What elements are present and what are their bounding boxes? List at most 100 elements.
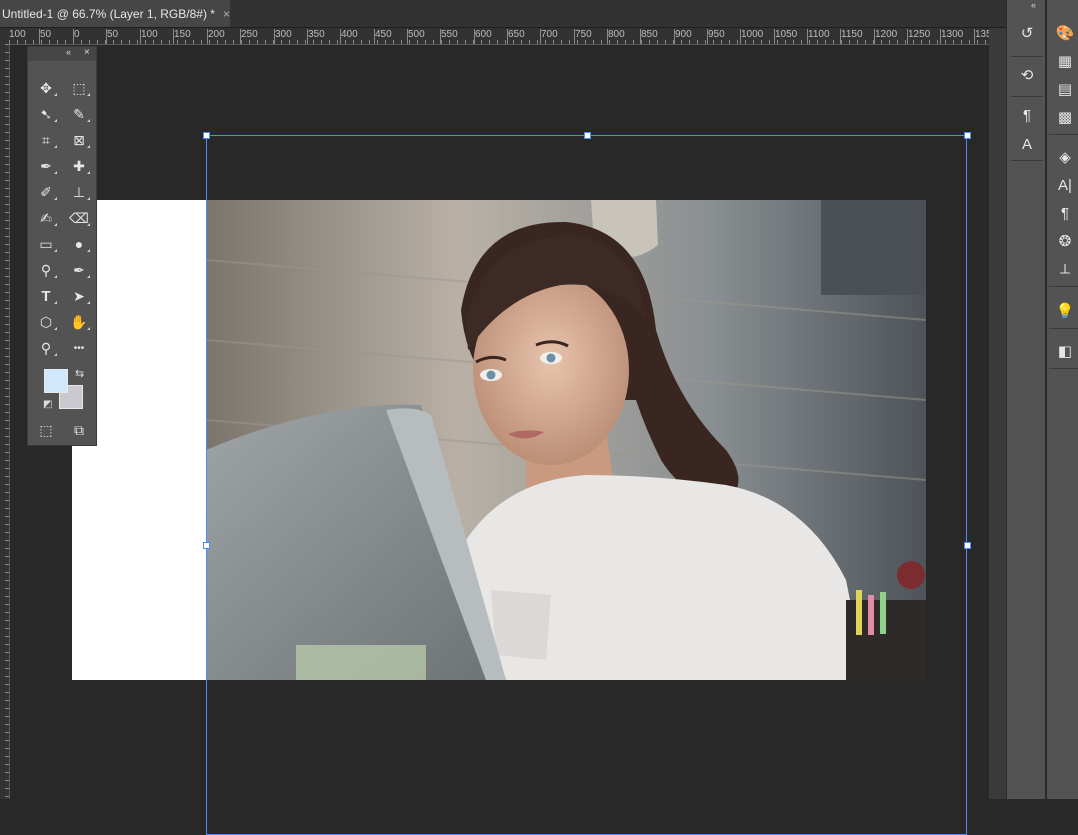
tools-panel: « × ✥ ⬚ ➷ ✎ ⌗ ⊠ ✒ ✚ ✐ ⊥ ✍ ⌫ ▭ ● ⚲ ✒ T ➤ ⬡ ✋ ⚲ ••• ⇆ ◩ ⬚ ⧉ (27, 46, 97, 446)
channels-icon[interactable]: ❂ (1053, 230, 1077, 252)
ruler-minor-tick (721, 40, 722, 44)
pen-tool-icon[interactable]: ✒ (66, 259, 92, 281)
collapse-icon[interactable]: « (66, 47, 71, 57)
ruler-minor-tick (545, 40, 546, 44)
libraries-icon[interactable]: ◧ (1053, 340, 1077, 362)
more-tools-icon[interactable]: ••• (66, 337, 92, 359)
ruler-tick (140, 29, 141, 44)
path-selection-tool-icon[interactable]: ➤ (66, 285, 92, 307)
screen-mode-icon[interactable]: ⧉ (66, 419, 92, 441)
hand-tool-icon[interactable]: ✋ (66, 311, 92, 333)
gradients-icon[interactable]: ▤ (1053, 78, 1077, 100)
close-icon[interactable]: × (84, 47, 90, 58)
ruler-minor-tick (5, 100, 9, 101)
layer-1-photo[interactable] (206, 200, 926, 680)
vertical-ruler[interactable] (0, 44, 10, 799)
default-colors-icon[interactable]: ◩ (43, 399, 52, 410)
ruler-minor-tick (5, 436, 9, 437)
tools-panel-header[interactable]: « × (28, 47, 96, 61)
gradient-tool-icon[interactable]: ▭ (33, 233, 59, 255)
ruler-minor-tick (5, 548, 9, 549)
color-icon[interactable]: 🎨 (1053, 22, 1077, 44)
ruler-minor-tick (649, 40, 650, 44)
eraser-tool-icon[interactable]: ⌫ (66, 207, 92, 229)
ruler-tick (173, 29, 174, 44)
paths-icon[interactable]: ⟂ (1053, 258, 1077, 280)
quick-mask-icon[interactable]: ⬚ (33, 419, 59, 441)
ruler-minor-tick (785, 40, 786, 44)
dodge-tool-icon[interactable]: ⚲ (33, 259, 59, 281)
character-icon[interactable]: A| (1053, 174, 1077, 196)
move-tool-icon[interactable]: ✥ (33, 77, 59, 99)
ruler-minor-tick (833, 40, 834, 44)
close-icon[interactable]: × (223, 7, 230, 21)
quick-selection-tool-icon[interactable]: ✎ (66, 103, 92, 125)
expand-panels-icon[interactable]: « (1031, 0, 1036, 10)
lasso-tool-icon[interactable]: ➷ (33, 103, 59, 125)
character-styles-icon[interactable]: A (1015, 133, 1039, 155)
ruler-minor-tick (89, 40, 90, 44)
foreground-color-swatch[interactable] (44, 369, 68, 393)
ruler-label: 50 (40, 29, 52, 40)
ruler-label: 950 (708, 29, 725, 40)
ruler-label: 650 (508, 29, 525, 40)
zoom-tool-icon[interactable]: ⚲ (33, 337, 59, 359)
brush-tool-icon[interactable]: ✐ (33, 181, 59, 203)
ruler-minor-tick (897, 40, 898, 44)
crop-tool-icon[interactable]: ⌗ (33, 129, 59, 151)
ruler-minor-tick (617, 40, 618, 44)
brush-settings-icon[interactable]: ⟲ (1015, 64, 1039, 86)
ruler-minor-tick (73, 40, 74, 44)
ruler-minor-tick (217, 40, 218, 44)
transform-handle-top-left[interactable] (203, 132, 210, 139)
clone-source-icon[interactable]: ¶ (1015, 104, 1039, 126)
healing-brush-tool-icon[interactable]: ✚ (66, 155, 92, 177)
ruler-minor-tick (585, 40, 586, 44)
transform-handle-middle-left[interactable] (203, 542, 210, 549)
ruler-minor-tick (329, 40, 330, 44)
ruler-label: 0 (74, 29, 80, 40)
canvas-vertical-scrollbar[interactable] (989, 28, 1006, 799)
ruler-minor-tick (865, 40, 866, 44)
shape-tool-icon[interactable]: ⬡ (33, 311, 59, 333)
document-tab[interactable]: Untitled-1 @ 66.7% (Layer 1, RGB/8#) * × (0, 0, 230, 27)
patterns-icon[interactable]: ▩ (1053, 106, 1077, 128)
history-icon[interactable]: ↺ (1015, 22, 1039, 44)
history-brush-tool-icon[interactable]: ✍ (33, 207, 59, 229)
layers-icon[interactable]: ◈ (1053, 146, 1077, 168)
ruler-minor-tick (889, 40, 890, 44)
ruler-minor-tick (417, 40, 418, 44)
transform-handle-middle-right[interactable] (964, 542, 971, 549)
ruler-minor-tick (945, 40, 946, 44)
eyedropper-tool-icon[interactable]: ✒ (33, 155, 59, 177)
ruler-label: 350 (308, 29, 325, 40)
ruler-label: 50 (107, 29, 119, 40)
ruler-minor-tick (5, 428, 9, 429)
clone-stamp-tool-icon[interactable]: ⊥ (66, 181, 92, 203)
transform-handle-top-right[interactable] (964, 132, 971, 139)
ruler-minor-tick (489, 40, 490, 44)
paragraph-icon[interactable]: ¶ (1053, 202, 1077, 224)
ruler-minor-tick (5, 764, 9, 765)
ruler-minor-tick (921, 40, 922, 44)
swatches-icon[interactable]: ▦ (1053, 50, 1077, 72)
learn-icon[interactable]: 💡 (1053, 300, 1077, 322)
transform-handle-top-center[interactable] (584, 132, 591, 139)
ruler-label: 400 (341, 29, 358, 40)
type-tool-icon[interactable]: T (33, 285, 59, 307)
ruler-minor-tick (625, 40, 626, 44)
ruler-minor-tick (5, 588, 9, 589)
ruler-minor-tick (953, 40, 954, 44)
ruler-label: 550 (441, 29, 458, 40)
frame-tool-icon[interactable]: ⊠ (66, 129, 92, 151)
marquee-tool-icon[interactable]: ⬚ (66, 77, 92, 99)
ruler-minor-tick (5, 124, 9, 125)
ruler-minor-tick (5, 524, 9, 525)
ruler-minor-tick (5, 116, 9, 117)
horizontal-ruler[interactable]: 100 50 0 50 100 150 200 250 300 350 400 450 500 550 60… (9, 28, 989, 45)
ruler-label: 1000 (741, 29, 764, 40)
blur-tool-icon[interactable]: ● (66, 233, 92, 255)
swap-colors-icon[interactable]: ⇆ (75, 367, 84, 380)
ruler-minor-tick (5, 156, 9, 157)
ruler-minor-tick (5, 652, 9, 653)
